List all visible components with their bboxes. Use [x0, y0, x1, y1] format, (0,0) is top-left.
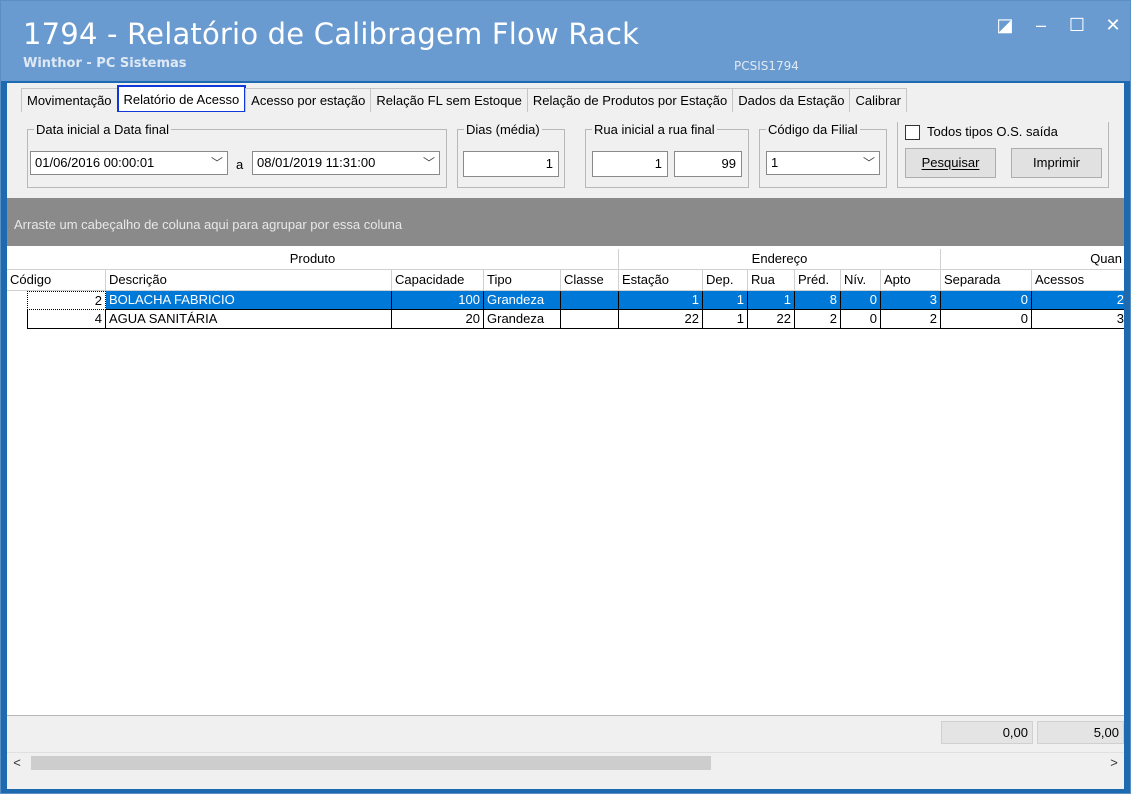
chevron-down-icon[interactable]: ﹀ — [863, 152, 875, 174]
cell-descricao[interactable]: AGUA SANITÁRIA — [106, 310, 392, 329]
chevron-down-icon[interactable]: ﹀ — [423, 152, 435, 174]
minimize-icon[interactable]: ‒ — [1030, 15, 1052, 36]
cell-apto[interactable]: 3 — [881, 291, 941, 310]
tab-relacao-produtos-por-estacao[interactable]: Relação de Produtos por Estação — [526, 88, 734, 112]
tab-acesso-por-estacao[interactable]: Acesso por estação — [245, 88, 372, 112]
date-range-label: Data inicial a Data final — [36, 122, 169, 137]
tab-dados-da-estacao[interactable]: Dados da Estação — [732, 88, 851, 112]
tab-strip: Movimentação Relatório de Acesso Acesso … — [7, 83, 1124, 113]
cell-acessos[interactable]: 3 — [1032, 310, 1124, 329]
cell-codigo[interactable]: 2 — [27, 291, 106, 310]
todos-checkbox[interactable] — [905, 125, 920, 140]
close-icon[interactable]: ✕ — [1102, 15, 1124, 36]
rua-label: Rua inicial a rua final — [594, 122, 715, 137]
date-end-picker[interactable]: 08/01/2019 11:31:00 ﹀ — [252, 151, 440, 175]
cell-dep[interactable]: 1 — [703, 310, 748, 329]
window-title: 1794 - Relatório de Calibragem Flow Rack — [23, 17, 640, 51]
col-header-estacao[interactable]: Estação — [619, 270, 703, 291]
cell-niv[interactable]: 0 — [841, 310, 881, 329]
cell-tipo[interactable]: Grandeza — [484, 310, 561, 329]
client-area: Movimentação Relatório de Acesso Acesso … — [7, 83, 1124, 789]
cell-separada[interactable]: 0 — [941, 310, 1032, 329]
band-quantidade: Quan — [941, 249, 1124, 270]
col-header-apto[interactable]: Apto — [881, 270, 941, 291]
cell-apto[interactable]: 2 — [881, 310, 941, 329]
cell-descricao[interactable]: BOLACHA FABRICIO — [106, 291, 392, 310]
tab-movimentacao[interactable]: Movimentação — [21, 88, 118, 112]
scroll-thumb[interactable] — [31, 756, 711, 770]
dias-label: Dias (média) — [466, 122, 540, 137]
imprimir-button[interactable]: Imprimir — [1011, 148, 1102, 178]
col-header-capacidade[interactable]: Capacidade — [392, 270, 484, 291]
rua-end-input[interactable]: 99 — [674, 151, 742, 177]
col-header-dep[interactable]: Dep. — [703, 270, 748, 291]
cell-classe[interactable] — [561, 310, 619, 329]
col-header-niv[interactable]: Nív. — [841, 270, 881, 291]
data-grid: Produto Endereço Quan Código Descrição C… — [7, 246, 1124, 715]
band-produto: Produto — [7, 249, 619, 270]
imprimir-label: Imprimir — [1033, 155, 1080, 170]
date-end-value: 08/01/2019 11:31:00 — [257, 155, 376, 170]
cell-rua[interactable]: 1 — [748, 291, 795, 310]
tab-calibrar[interactable]: Calibrar — [849, 88, 907, 112]
band-endereco: Endereço — [619, 249, 941, 270]
cell-codigo[interactable]: 4 — [27, 310, 106, 329]
dias-input[interactable]: 1 — [463, 151, 559, 177]
window-subtitle: Winthor - PC Sistemas — [23, 56, 187, 71]
window-controls: ◪ ‒ ☐ ✕ — [994, 15, 1124, 36]
pesquisar-button[interactable]: Pesquisar — [905, 148, 996, 178]
report-panel: Data inicial a Data final 01/06/2016 00:… — [7, 112, 1124, 789]
cell-capacidade[interactable]: 20 — [392, 310, 484, 329]
cell-pred[interactable]: 2 — [795, 310, 841, 329]
group-by-hint: Arraste um cabeçalho de coluna aqui para… — [14, 217, 403, 232]
chevron-down-icon[interactable]: ﹀ — [211, 152, 223, 174]
col-header-separada[interactable]: Separada — [941, 270, 1032, 291]
program-code: PCSIS1794 — [734, 59, 799, 73]
cell-estacao[interactable]: 1 — [619, 291, 703, 310]
filial-value: 1 — [771, 155, 779, 170]
scroll-right-icon[interactable]: > — [1104, 753, 1124, 773]
cell-estacao[interactable]: 22 — [619, 310, 703, 329]
col-header-descricao[interactable]: Descrição — [106, 270, 392, 291]
horizontal-scrollbar[interactable]: < > — [7, 752, 1124, 773]
col-header-rua[interactable]: Rua — [748, 270, 795, 291]
app-window: 1794 - Relatório de Calibragem Flow Rack… — [0, 0, 1131, 794]
restore-icon[interactable]: ◪ — [994, 15, 1016, 36]
tab-relacao-fl-sem-estoque[interactable]: Relação FL sem Estoque — [370, 88, 528, 112]
cell-capacidade[interactable]: 100 — [392, 291, 484, 310]
cell-separada[interactable]: 0 — [941, 291, 1032, 310]
col-header-codigo[interactable]: Código — [7, 270, 106, 291]
total-separada: 0,00 — [941, 721, 1033, 744]
scroll-left-icon[interactable]: < — [7, 753, 27, 773]
cell-tipo[interactable]: Grandeza — [484, 291, 561, 310]
rua-start-input[interactable]: 1 — [592, 151, 668, 177]
col-header-tipo[interactable]: Tipo — [484, 270, 561, 291]
total-acessos: 5,00 — [1037, 721, 1124, 744]
title-bar[interactable]: 1794 - Relatório de Calibragem Flow Rack… — [1, 1, 1130, 81]
cell-niv[interactable]: 0 — [841, 291, 881, 310]
filial-select[interactable]: 1 ﹀ — [766, 151, 880, 175]
col-header-pred[interactable]: Préd. — [795, 270, 841, 291]
cell-pred[interactable]: 8 — [795, 291, 841, 310]
grid-footer: 0,00 5,00 — [7, 715, 1124, 748]
tab-relatorio-de-acesso[interactable]: Relatório de Acesso — [116, 85, 247, 113]
col-header-acessos[interactable]: Acessos — [1032, 270, 1124, 291]
maximize-icon[interactable]: ☐ — [1066, 15, 1088, 36]
date-start-picker[interactable]: 01/06/2016 00:00:01 ﹀ — [30, 151, 228, 175]
date-start-value: 01/06/2016 00:00:01 — [35, 155, 155, 170]
cell-classe[interactable] — [561, 291, 619, 310]
col-header-classe[interactable]: Classe — [561, 270, 619, 291]
group-by-bar[interactable]: Arraste um cabeçalho de coluna aqui para… — [7, 198, 1124, 246]
filial-label: Código da Filial — [768, 122, 858, 137]
cell-rua[interactable]: 22 — [748, 310, 795, 329]
cell-dep[interactable]: 1 — [703, 291, 748, 310]
todos-label: Todos tipos O.S. saída — [927, 124, 1058, 139]
pesquisar-label: Pesquisar — [921, 155, 980, 170]
cell-acessos[interactable]: 2 — [1032, 291, 1124, 310]
date-separator: a — [236, 157, 244, 172]
